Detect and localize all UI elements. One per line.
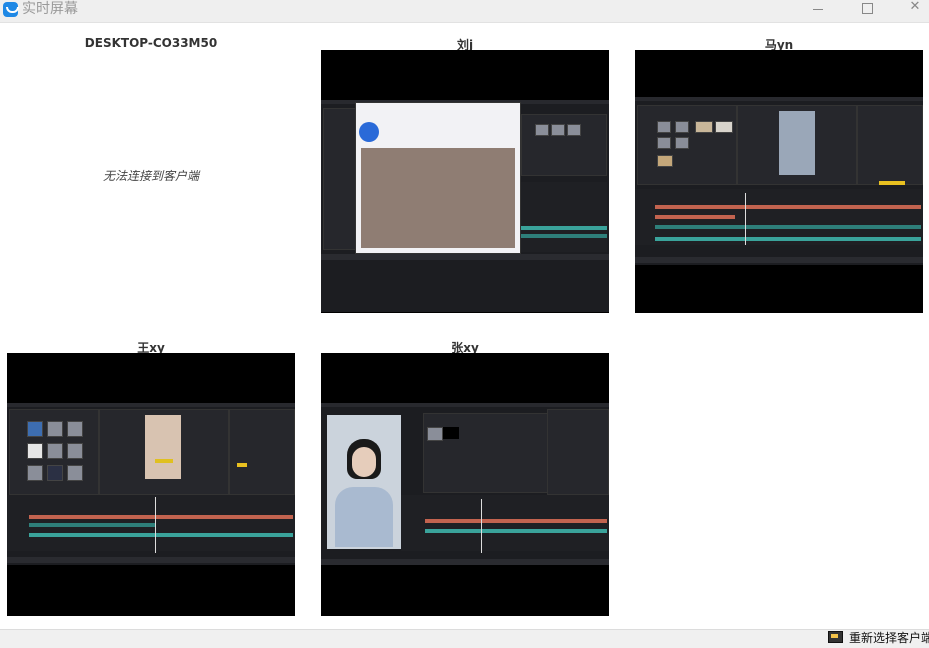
monitor-icon: [828, 631, 843, 643]
client-screen-4[interactable]: [7, 353, 295, 616]
remote-desktop-2: [321, 100, 609, 312]
close-button[interactable]: ✕: [892, 0, 929, 18]
connection-error-text: 无法连接到客户端: [102, 169, 199, 183]
title-bar: 实时屏幕 ✕: [0, 0, 929, 23]
maximize-button[interactable]: [844, 0, 890, 18]
client-screen-5[interactable]: [321, 353, 609, 616]
status-bar: [0, 629, 929, 648]
remote-desktop-5: [321, 403, 609, 565]
remote-desktop-3: [635, 97, 923, 265]
client-screen-3[interactable]: [635, 50, 923, 313]
maximize-icon: [861, 3, 873, 14]
window-title: 实时屏幕: [22, 1, 78, 17]
close-icon: ✕: [909, 0, 921, 14]
remote-desktop-4: [7, 403, 295, 565]
reselect-client-label: 重新选择客户端: [849, 631, 929, 645]
client-screen-2[interactable]: [321, 50, 609, 313]
minimize-icon: [813, 9, 823, 10]
minimize-button[interactable]: [795, 0, 841, 18]
app-icon: [3, 2, 19, 17]
client-name-1: DESKTOP-CO33M50: [84, 36, 218, 50]
reselect-client-button[interactable]: 重新选择客户端: [828, 630, 929, 647]
